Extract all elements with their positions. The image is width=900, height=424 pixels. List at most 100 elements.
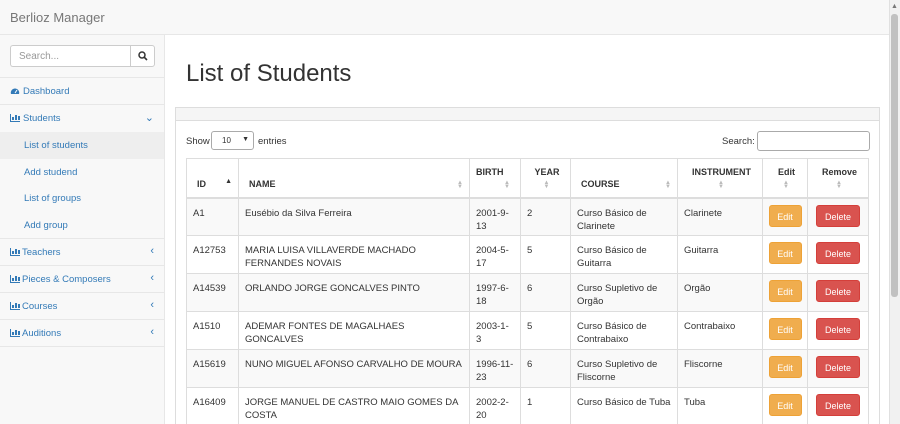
sidebar-item-label: Courses (22, 301, 58, 312)
bar-chart-icon (10, 248, 20, 259)
students-menu: Students ⌄ List of students Add studend … (0, 105, 164, 239)
cell-name: JORGE MANUEL DE CASTRO MAIO GOMES DA COS… (238, 387, 470, 424)
edit-button[interactable]: Edit (768, 280, 802, 302)
header-instrument[interactable]: INSTRUMENT ▲ ▼ (677, 158, 763, 199)
cell-instrument: Orgão (677, 273, 763, 312)
cell-year: 6 (520, 349, 571, 388)
caret-down-icon: ▼ (242, 136, 249, 143)
sort-icon: ▲ ▼ (665, 179, 671, 190)
header-name[interactable]: NAME ▲ ▼ (238, 158, 470, 199)
cell-instrument: Tuba (677, 387, 763, 424)
cell-id: A14539 (186, 273, 239, 312)
sidebar-item-label: Pieces & Composers (22, 274, 111, 285)
scroll-up-arrow-icon[interactable]: ▲ (891, 3, 898, 10)
chevron-left-icon: ‹ (150, 272, 154, 284)
cell-edit: Edit (762, 273, 808, 312)
cell-instrument: Contrabaixo (677, 311, 763, 350)
bar-chart-icon (10, 329, 20, 340)
sidebar-item-label: Teachers (22, 247, 61, 258)
delete-button[interactable]: Delete (816, 242, 860, 264)
table-row: A1 Eusébio da Silva Ferreira 2001-9-13 2… (186, 197, 869, 236)
header-remove[interactable]: Remove ▲ ▼ (807, 158, 869, 199)
edit-button[interactable]: Edit (768, 204, 802, 227)
delete-button[interactable]: Delete (816, 394, 860, 416)
sidebar-subitem-add-group[interactable]: Add group (0, 212, 164, 239)
sidebar-item-courses[interactable]: Courses ‹ (0, 293, 164, 320)
cell-course: Curso Supletivo de Fliscorne (570, 349, 678, 388)
cell-instrument: Fliscorne (677, 349, 763, 388)
sort-icon: ▲ ▼ (783, 179, 789, 190)
edit-button[interactable]: Edit (768, 242, 802, 264)
cell-edit: Edit (762, 197, 808, 236)
chevron-left-icon: ‹ (150, 245, 154, 257)
cell-remove: Delete (807, 387, 869, 424)
students-table: ID ▲ NAME ▲ ▼ BIRTH ▲ ▼ YEAR ▲ ▼ COURSE ▲ ▼ INSTR… (186, 158, 869, 424)
edit-button[interactable]: Edit (768, 318, 802, 340)
cell-course: Curso Básico de Contrabaixo (570, 311, 678, 350)
search-input[interactable] (10, 45, 131, 67)
header-edit[interactable]: Edit ▲ ▼ (762, 158, 808, 199)
dashboard-icon (10, 87, 20, 98)
cell-birth: 2001-9-13 (469, 197, 521, 236)
cell-id: A12753 (186, 235, 239, 274)
bar-chart-icon (10, 275, 20, 286)
entries-length-select[interactable]: 10 ▼ (211, 131, 254, 150)
sidebar-subitem-list-of-groups[interactable]: List of groups (0, 185, 164, 212)
cell-id: A1510 (186, 311, 239, 350)
sidebar-item-label: Students (23, 113, 61, 124)
entries-label: entries (258, 136, 287, 147)
sidebar-item-label: Dashboard (23, 86, 70, 97)
header-course[interactable]: COURSE ▲ ▼ (570, 158, 678, 199)
table-row: A14539 ORLANDO JORGE GONCALVES PINTO 199… (186, 273, 869, 312)
cell-birth: 2002-2-20 (469, 387, 521, 424)
cell-course: Curso Básico de Clarinete (570, 197, 678, 236)
sidebar-subitem-list-of-students[interactable]: List of students (0, 132, 164, 159)
cell-edit: Edit (762, 349, 808, 388)
cell-edit: Edit (762, 311, 808, 350)
cell-year: 5 (520, 235, 571, 274)
edit-button[interactable]: Edit (768, 394, 802, 416)
search-icon (137, 51, 148, 61)
sidebar-subitem-add-student[interactable]: Add studend (0, 159, 164, 186)
delete-button[interactable]: Delete (816, 356, 860, 378)
table-search-input[interactable] (757, 131, 870, 151)
cell-name: NUNO MIGUEL AFONSO CARVALHO DE MOURA (238, 349, 470, 388)
cell-edit: Edit (762, 235, 808, 274)
header-id[interactable]: ID ▲ (186, 158, 239, 199)
cell-id: A16409 (186, 387, 239, 424)
scrollbar-thumb[interactable] (891, 14, 898, 297)
delete-button[interactable]: Delete (816, 280, 860, 302)
sidebar-item-auditions[interactable]: Auditions ‹ (0, 320, 164, 347)
sidebar-item-pieces-composers[interactable]: Pieces & Composers ‹ (0, 266, 164, 293)
top-navbar: Berlioz Manager (0, 0, 889, 35)
cell-year: 1 (520, 387, 571, 424)
sidebar-item-teachers[interactable]: Teachers ‹ (0, 239, 164, 266)
panel-heading (176, 108, 879, 121)
cell-birth: 1996-11-23 (469, 349, 521, 388)
cell-edit: Edit (762, 387, 808, 424)
cell-name: Eusébio da Silva Ferreira (238, 197, 470, 236)
cell-course: Curso Supletivo de Orgão (570, 273, 678, 312)
sidebar: Dashboard Students ⌄ List of students Ad… (0, 35, 165, 424)
app-brand[interactable]: Berlioz Manager (10, 10, 105, 25)
sort-icon: ▲ ▼ (543, 179, 550, 190)
cell-remove: Delete (807, 349, 869, 388)
delete-button[interactable]: Delete (816, 204, 860, 227)
sidebar-item-students[interactable]: Students ⌄ (0, 105, 164, 132)
cell-birth: 2004-5-17 (469, 235, 521, 274)
header-birth[interactable]: BIRTH ▲ ▼ (469, 158, 521, 199)
cell-course: Curso Básico de Tuba (570, 387, 678, 424)
delete-button[interactable]: Delete (816, 318, 860, 340)
sidebar-item-dashboard[interactable]: Dashboard (0, 78, 164, 105)
search-button[interactable] (130, 45, 155, 67)
cell-year: 6 (520, 273, 571, 312)
chevron-left-icon: ‹ (150, 326, 154, 338)
cell-name: MARIA LUISA VILLAVERDE MACHADO FERNANDES… (238, 235, 470, 274)
cell-year: 5 (520, 311, 571, 350)
page-title: List of Students (186, 60, 352, 87)
edit-button[interactable]: Edit (768, 356, 802, 378)
cell-name: ADEMAR FONTES DE MAGALHAES GONCALVES (238, 311, 470, 350)
bar-chart-icon (10, 114, 20, 125)
cell-remove: Delete (807, 273, 869, 312)
header-year[interactable]: YEAR ▲ ▼ (520, 158, 571, 199)
